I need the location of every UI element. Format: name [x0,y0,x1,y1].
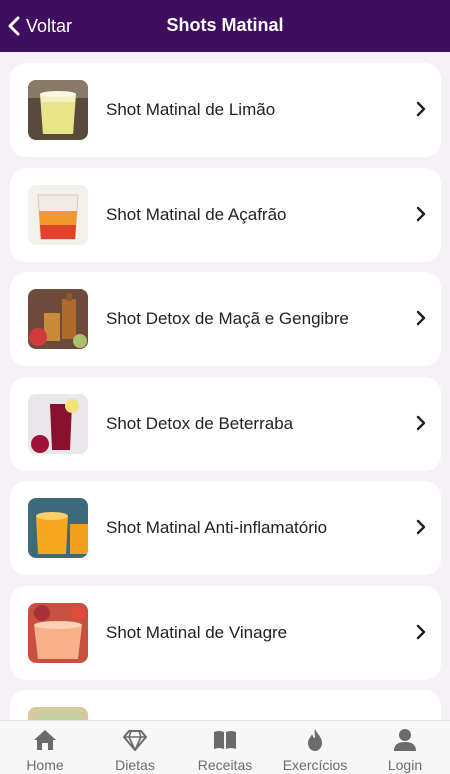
chevron-right-icon [416,310,426,326]
tab-receitas[interactable]: Receitas [180,721,270,774]
chevron-right-icon [416,415,426,431]
list-item-label: Shot Detox de Maçã e Gengibre [106,309,349,328]
tab-label: Receitas [197,757,253,773]
list-item-label: Shot Matinal de Açafrão [106,205,287,224]
list-item[interactable]: Shot Detox de Maçã e Gengibre [10,272,441,366]
list-item-label: Shot Matinal de Limão [106,100,276,119]
tab-label: Home [26,757,64,773]
list-item-label: Shot Detox de Beterraba [106,414,294,433]
tab-label: Dietas [115,757,155,773]
chevron-right-icon [416,101,426,117]
list-item[interactable]: Shot Detox de Beterraba [10,377,441,471]
list-item-label: Shot Matinal de Vinagre [106,623,288,642]
shot-list[interactable]: Shot Matinal de Limão Shot Matinal de Aç… [0,52,450,720]
list-item-label: Shot Matinal Anti-inflamatório [106,518,328,537]
diamond-icon [123,730,147,751]
chevron-right-icon [416,206,426,222]
page-title: Shots Matinal [166,15,284,35]
list-item[interactable] [10,690,441,720]
anti-inflammatory-shot-thumbnail [28,498,88,558]
list-item[interactable]: Shot Matinal Anti-inflamatório [10,481,441,575]
tab-bar: Home Dietas Receitas Exercícios Login [0,720,450,774]
header-bar: Voltar Shots Matinal [0,0,450,52]
chevron-right-icon [416,519,426,535]
tab-dietas[interactable]: Dietas [90,721,180,774]
flame-icon [308,729,322,751]
tab-exercicios[interactable]: Exercícios [270,721,360,774]
list-item[interactable]: Shot Matinal de Açafrão [10,168,441,262]
beet-shot-thumbnail [28,394,88,454]
lemon-shot-thumbnail [28,80,88,140]
turmeric-shot-thumbnail [28,185,88,245]
apple-ginger-shot-thumbnail [28,289,88,349]
home-icon [34,730,56,750]
book-icon [214,731,236,749]
tab-home[interactable]: Home [0,721,90,774]
shot-thumbnail [28,707,88,720]
tab-login[interactable]: Login [360,721,450,774]
list-item[interactable]: Shot Matinal de Vinagre [10,586,441,680]
vinegar-shot-thumbnail [28,603,88,663]
tab-label: Login [387,757,423,773]
chevron-right-icon [416,624,426,640]
tab-label: Exercícios [282,757,348,773]
list-item[interactable]: Shot Matinal de Limão [10,63,441,157]
user-icon [394,729,416,751]
